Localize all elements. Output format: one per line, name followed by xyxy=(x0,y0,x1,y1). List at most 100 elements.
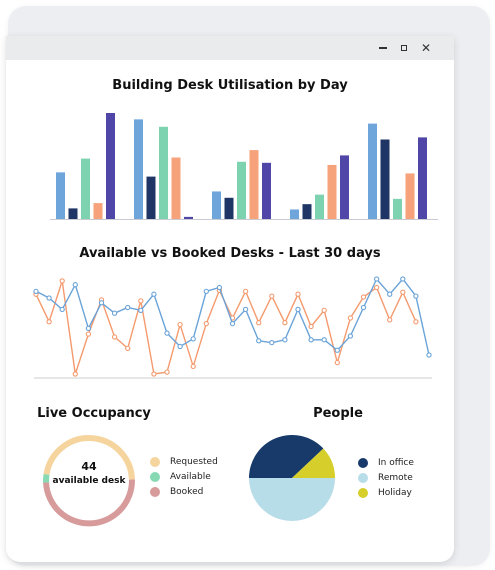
booked-point-3 xyxy=(59,278,65,284)
requested-arc xyxy=(43,435,135,480)
available-point-25 xyxy=(347,333,354,339)
booked-point-26 xyxy=(360,294,367,300)
available-point-20 xyxy=(282,337,288,343)
booked-point-8 xyxy=(125,345,131,351)
bar-g1-s5 xyxy=(106,113,115,219)
bar-g3-s5 xyxy=(262,162,271,219)
line-chart xyxy=(33,276,432,379)
available-point-14 xyxy=(203,288,209,294)
legend-label: Requested xyxy=(170,457,218,467)
legend-requested: Requested xyxy=(150,457,218,467)
holiday-dot xyxy=(358,488,368,498)
occupancy-title: Live Occupancy xyxy=(37,406,151,421)
bar-g5-s3 xyxy=(393,198,402,219)
booked-point-13 xyxy=(190,363,196,370)
bar-g5-s4 xyxy=(405,173,415,219)
booked-point-20 xyxy=(282,320,288,326)
booked-point-12 xyxy=(177,321,183,328)
available-point-23 xyxy=(321,337,327,343)
booked-point-14 xyxy=(203,321,209,327)
booked-point-23 xyxy=(321,307,327,313)
available-point-16 xyxy=(229,321,236,327)
booked-point-10 xyxy=(151,371,157,377)
bar-g5-s5 xyxy=(418,137,427,219)
available-point-30 xyxy=(413,293,419,299)
occupancy-center-label: available desk xyxy=(52,476,126,486)
bar-g3-s1 xyxy=(212,191,221,219)
booked-point-19 xyxy=(269,293,275,299)
bar-g1-s2 xyxy=(68,208,78,219)
available-point-7 xyxy=(111,310,118,316)
close-icon[interactable]: ✕ xyxy=(417,40,435,56)
requested-dot xyxy=(150,457,160,467)
booked-point-11 xyxy=(164,369,170,375)
in-office-dot xyxy=(358,458,368,468)
available-point-26 xyxy=(360,304,367,311)
available-point-9 xyxy=(138,307,144,313)
bar-g4-s1 xyxy=(290,209,299,219)
line-chart-title: Available vs Booked Desks - Last 30 days xyxy=(79,246,381,261)
available-point-10 xyxy=(151,291,157,297)
bar-g2-s2 xyxy=(146,176,156,219)
available-point-17 xyxy=(242,306,249,313)
available-point-29 xyxy=(400,276,406,282)
people-title: People xyxy=(313,406,363,421)
available-point-1 xyxy=(33,288,39,294)
bar-g2-s4 xyxy=(171,157,181,219)
available-point-22 xyxy=(308,337,314,343)
bar-g4-s4 xyxy=(327,164,337,219)
bar-g3-s2 xyxy=(224,197,234,219)
available-point-12 xyxy=(177,343,183,350)
remote-dot xyxy=(358,473,368,483)
bar-g1-s1 xyxy=(56,172,65,219)
legend-label: Available xyxy=(170,472,211,482)
dashboard-window: ✕ Building Desk Utilisation by Day Avail… xyxy=(6,36,454,562)
available-point-28 xyxy=(387,291,393,297)
bar-g4-s5 xyxy=(340,155,349,219)
bar-g5-s1 xyxy=(368,123,377,219)
available-point-19 xyxy=(269,340,275,346)
legend-available: Available xyxy=(150,472,211,482)
booked-point-9 xyxy=(138,298,144,304)
available-point-2 xyxy=(46,295,52,301)
booked-point-18 xyxy=(256,320,262,326)
bar-g3-s3 xyxy=(237,161,246,219)
window-titlebar[interactable]: ✕ xyxy=(6,36,454,60)
booked-point-29 xyxy=(400,289,406,295)
available-point-8 xyxy=(125,304,131,311)
minimize-icon[interactable] xyxy=(374,40,392,56)
legend-remote: Remote xyxy=(358,473,413,483)
booked-series-line xyxy=(35,280,417,375)
available-point-21 xyxy=(295,306,301,313)
legend-label: In office xyxy=(378,458,414,468)
people-pie-chart xyxy=(249,434,335,521)
maximize-icon[interactable] xyxy=(395,40,413,56)
booked-point-17 xyxy=(242,288,249,294)
booked-arc xyxy=(43,479,135,527)
bar-g2-s1 xyxy=(134,119,143,219)
available-point-13 xyxy=(190,336,196,342)
booked-point-4 xyxy=(72,371,78,377)
bar-g4-s3 xyxy=(315,194,324,219)
available-point-15 xyxy=(216,284,223,291)
remote-slice xyxy=(249,478,335,521)
legend-label: Remote xyxy=(378,473,413,483)
legend-label: Booked xyxy=(170,487,204,497)
booked-dot xyxy=(150,487,160,497)
bar-g1-s4 xyxy=(93,203,103,219)
available-point-27 xyxy=(373,276,380,282)
bar-g5-s2 xyxy=(380,139,390,219)
booked-point-21 xyxy=(295,291,301,297)
occupancy-center-value: 44 xyxy=(81,460,97,473)
booked-point-2 xyxy=(46,319,52,325)
bar-g3-s4 xyxy=(249,150,259,219)
booked-point-7 xyxy=(111,334,118,340)
available-point-5 xyxy=(85,325,92,332)
bar-chart-title: Building Desk Utilisation by Day xyxy=(112,78,348,93)
booked-point-28 xyxy=(387,317,393,323)
legend-label: Holiday xyxy=(378,488,412,498)
booked-point-5 xyxy=(85,331,92,337)
legend-holiday: Holiday xyxy=(358,488,412,498)
available-point-31 xyxy=(426,352,432,358)
available-point-3 xyxy=(59,306,65,313)
